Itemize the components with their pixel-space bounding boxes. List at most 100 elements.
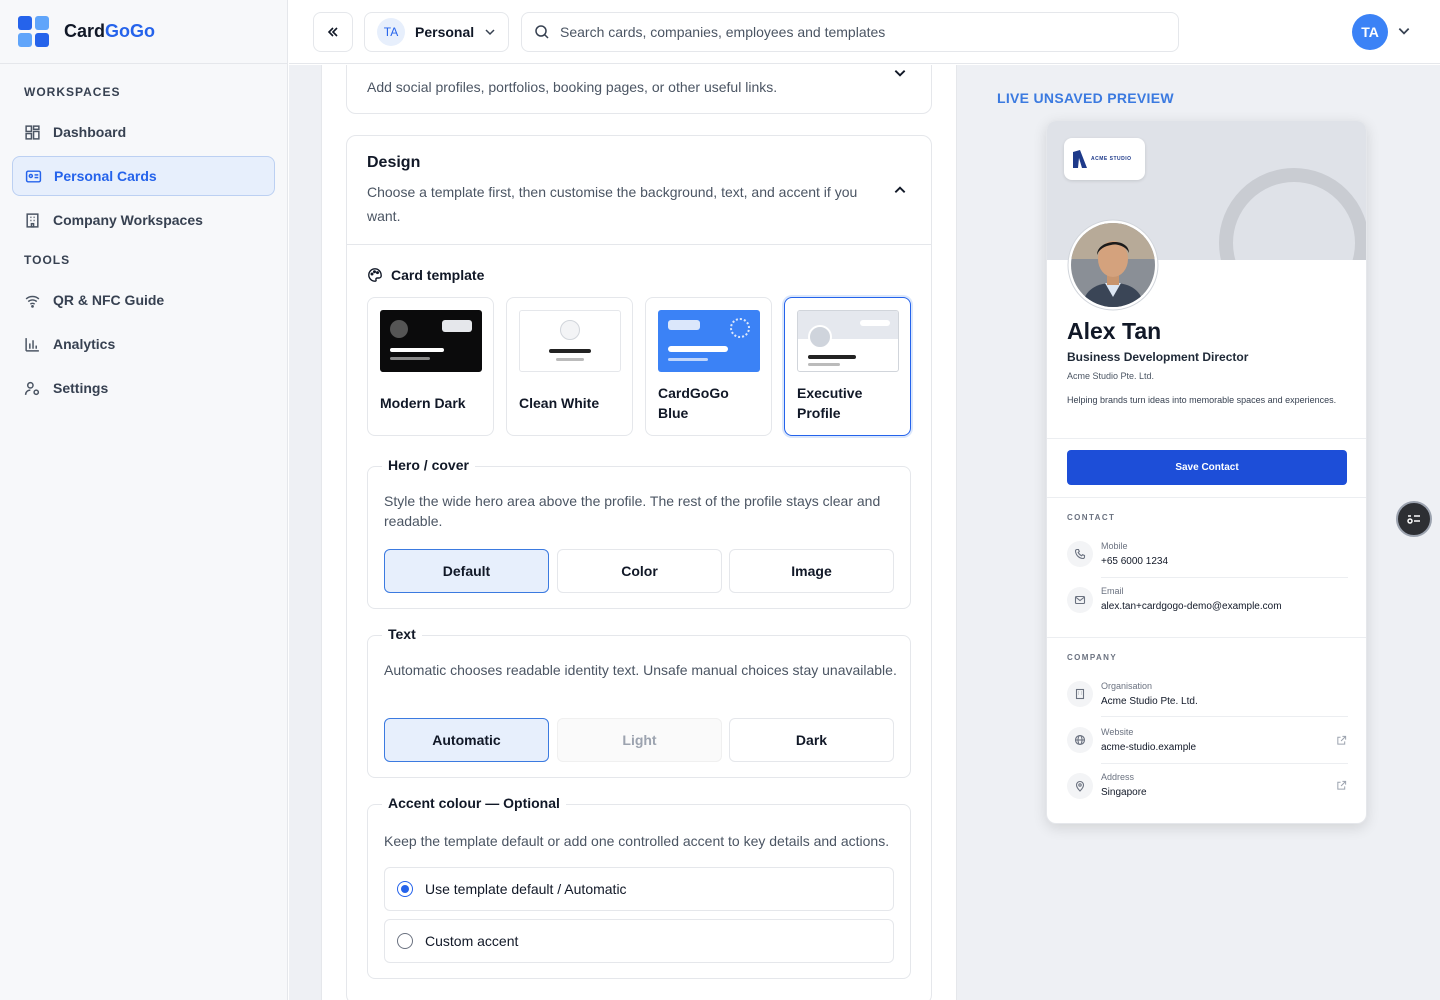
template-name: Modern Dark — [380, 395, 466, 411]
divider — [1101, 763, 1348, 764]
organisation-label: Organisation — [1101, 681, 1153, 691]
sidebar-item-qr-nfc-guide[interactable]: QR & NFC Guide — [12, 280, 275, 320]
sidebar-item-label: QR & NFC Guide — [53, 292, 165, 308]
phone-icon — [1067, 541, 1093, 567]
business-card-preview: ACME STUDIO Alex Tan Business Developmen… — [1046, 120, 1367, 824]
acme-logo-mark-icon — [1073, 150, 1087, 168]
text-legend: Text — [382, 626, 422, 642]
palette-icon — [368, 268, 382, 282]
divider — [1101, 716, 1348, 717]
accent-colour-legend: Accent colour — Optional — [382, 795, 566, 811]
hero-cover-legend: Hero / cover — [382, 457, 475, 473]
divider — [347, 244, 931, 245]
template-modern-dark[interactable]: Modern Dark — [367, 297, 494, 436]
template-cardgogo-blue[interactable]: CardGoGo Blue — [645, 297, 772, 436]
accent-option-custom[interactable]: Custom accent — [384, 919, 894, 963]
bar-chart-icon — [25, 337, 39, 352]
workspace-switcher[interactable]: TA Personal — [364, 12, 509, 52]
search-input[interactable] — [560, 24, 1160, 40]
save-contact-button[interactable]: Save Contact — [1067, 450, 1347, 485]
user-avatar[interactable]: TA — [1352, 14, 1388, 50]
dashboard-icon — [25, 124, 40, 140]
text-description: Automatic chooses readable identity text… — [384, 662, 897, 678]
template-thumbnail — [380, 310, 482, 372]
sidebar-item-analytics[interactable]: Analytics — [12, 324, 275, 364]
external-link-icon[interactable] — [1336, 780, 1347, 791]
links-description: Add social profiles, portfolios, booking… — [367, 79, 778, 95]
accent-option-template-default[interactable]: Use template default / Automatic — [384, 867, 894, 911]
website-label: Website — [1101, 727, 1134, 737]
external-link-icon[interactable] — [1336, 735, 1347, 746]
text-option-dark[interactable]: Dark — [729, 718, 894, 762]
hero-option-image[interactable]: Image — [729, 549, 894, 593]
design-title: Design — [367, 154, 421, 171]
organisation-value: Acme Studio Pte. Ltd. — [1101, 696, 1198, 707]
hero-option-color[interactable]: Color — [557, 549, 722, 593]
design-description: Choose a template first, then customise … — [367, 184, 858, 224]
chevron-down-icon — [485, 29, 495, 36]
template-name: Clean White — [519, 395, 600, 411]
card-name: Alex Tan — [1067, 318, 1162, 344]
template-executive-profile[interactable]: Executive Profile — [784, 297, 911, 436]
sidebar-item-label: Company Workspaces — [53, 212, 203, 228]
global-search[interactable] — [521, 12, 1179, 52]
sidebar-item-label: Analytics — [53, 336, 116, 352]
search-icon — [535, 25, 549, 39]
workspace-label: Personal — [415, 24, 475, 40]
chevron-up-icon[interactable] — [893, 183, 907, 197]
address-value[interactable]: Singapore — [1101, 787, 1147, 798]
design-section: Design Choose a template first, then cus… — [346, 135, 932, 1000]
wifi-icon — [25, 295, 40, 308]
profile-photo — [1067, 219, 1159, 311]
website-value[interactable]: acme-studio.example — [1101, 742, 1196, 753]
card-bio: Helping brands turn ideas into memorable… — [1067, 395, 1337, 405]
email-value[interactable]: alex.tan+cardgogo-demo@example.com — [1101, 601, 1282, 612]
divider — [1047, 438, 1366, 439]
top-bar: TA Personal TA — [289, 0, 1440, 64]
list-toggle-icon — [1407, 515, 1420, 524]
template-thumbnail — [519, 310, 621, 372]
sidebar-item-company-workspaces[interactable]: Company Workspaces — [12, 200, 275, 240]
divider — [1101, 577, 1348, 578]
email-label: Email — [1101, 586, 1124, 596]
mobile-label: Mobile — [1101, 541, 1128, 551]
contact-section-label: CONTACT — [1067, 513, 1116, 522]
preview-pane: LIVE UNSAVED PREVIEW ACME STUDIO Alex Ta… — [956, 65, 1440, 1000]
floating-menu-button[interactable] — [1396, 501, 1432, 537]
text-option-automatic[interactable]: Automatic — [384, 718, 549, 762]
accent-option-label: Custom accent — [425, 933, 519, 949]
mobile-value[interactable]: +65 6000 1234 — [1101, 556, 1168, 567]
template-clean-white[interactable]: Clean White — [506, 297, 633, 436]
id-card-icon — [25, 169, 42, 183]
divider — [1047, 497, 1366, 498]
template-name: CardGoGo Blue — [658, 385, 729, 421]
editor-panel: Add social profiles, portfolios, booking… — [321, 65, 956, 1000]
chevron-down-icon[interactable] — [893, 66, 907, 80]
sidebar-item-label: Personal Cards — [54, 168, 157, 184]
company-section-label: COMPANY — [1067, 653, 1118, 662]
mail-icon — [1067, 587, 1093, 613]
collapse-sidebar-button[interactable] — [313, 12, 353, 52]
hero-cover-fieldset: Hero / cover Style the wide hero area ab… — [367, 457, 911, 609]
company-logo: ACME STUDIO — [1064, 138, 1145, 180]
hero-cover-description: Style the wide hero area above the profi… — [384, 493, 881, 529]
tools-section-label: TOOLS — [24, 253, 71, 267]
template-name: Executive Profile — [797, 385, 863, 421]
card-job-title: Business Development Director — [1067, 350, 1249, 364]
brand[interactable]: CardGoGo — [0, 0, 287, 64]
radio-button[interactable] — [397, 933, 413, 949]
sidebar-item-label: Settings — [53, 380, 109, 396]
hero-option-default[interactable]: Default — [384, 549, 549, 593]
cardgogo-logo-icon — [18, 15, 49, 47]
sidebar-item-personal-cards[interactable]: Personal Cards — [12, 156, 275, 196]
workspaces-section-label: WORKSPACES — [24, 85, 121, 99]
links-section: Add social profiles, portfolios, booking… — [346, 65, 932, 114]
globe-icon — [1067, 727, 1093, 753]
sidebar-item-dashboard[interactable]: Dashboard — [12, 112, 275, 152]
radio-button-selected[interactable] — [397, 881, 413, 897]
building-icon — [26, 212, 39, 228]
accent-option-label: Use template default / Automatic — [425, 881, 627, 897]
sidebar-item-settings[interactable]: Settings — [12, 368, 275, 408]
user-menu-chevron-icon[interactable] — [1397, 24, 1411, 38]
building-icon — [1067, 681, 1093, 707]
